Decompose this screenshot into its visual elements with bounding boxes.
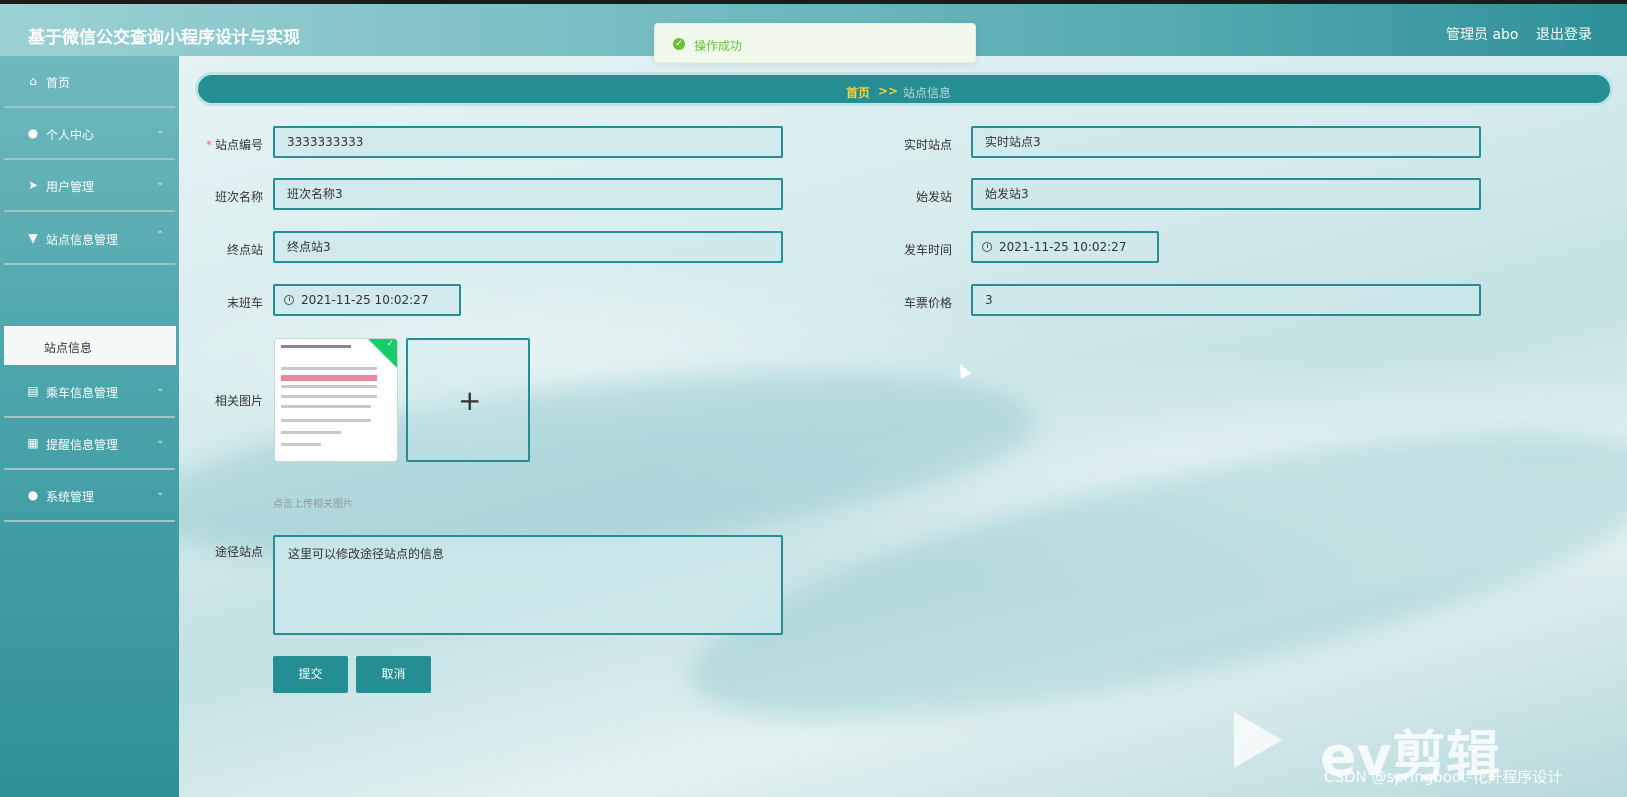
breadcrumb-home-link[interactable]: 首页 xyxy=(846,84,870,101)
check-circle-icon: ✓ xyxy=(673,38,685,50)
ticket-price-input[interactable]: 3 xyxy=(971,284,1481,316)
sidebar-item-station-management[interactable]: ▼ 站点信息管理 ⌃ xyxy=(4,213,175,265)
sidebar-item-label: 首页 xyxy=(46,76,71,90)
clock-icon xyxy=(982,242,992,252)
last-bus-label: 末班车 xyxy=(226,296,263,310)
sidebar-item-system-management[interactable]: ● 系统管理 ⌄ xyxy=(4,470,175,522)
success-toast: ✓ 操作成功 xyxy=(654,23,976,63)
sidebar-item-home[interactable]: ⌂ 首页 xyxy=(4,56,175,108)
logout-link[interactable]: 退出登录 xyxy=(1536,24,1592,44)
uploaded-image-thumbnail[interactable]: ✓ xyxy=(274,338,398,462)
user-icon: ● xyxy=(27,126,39,140)
main-content: 首页 >> 站点信息 * 站点编号 3333333333 实时站点 实时站点3 班… xyxy=(179,56,1627,797)
breadcrumb: 首页 >> 站点信息 xyxy=(195,72,1613,106)
breadcrumb-separator: >> xyxy=(878,84,899,98)
toast-message: 操作成功 xyxy=(694,39,743,53)
person-icon: ● xyxy=(27,488,39,502)
submit-button[interactable]: 提交 xyxy=(273,656,348,693)
realtime-station-label: 实时站点 xyxy=(903,138,952,152)
mouse-cursor xyxy=(954,361,972,379)
origin-station-input[interactable]: 始发站3 xyxy=(971,178,1481,210)
chevron-down-icon: ⌄ xyxy=(156,487,165,498)
sidebar-item-user-management[interactable]: ➤ 用户管理 ⌄ xyxy=(4,160,175,212)
departure-time-label: 发车时间 xyxy=(903,243,952,257)
sidebar-item-label: 提醒信息管理 xyxy=(46,438,119,452)
chevron-down-icon: ⌄ xyxy=(156,383,165,394)
bus-stop-icon: ▼ xyxy=(28,231,38,245)
last-bus-value: 2021-11-25 10:02:27 xyxy=(301,293,429,307)
ev-logo-icon xyxy=(1234,712,1282,768)
admin-label: 管理员 abo xyxy=(1446,27,1519,43)
sidebar: ⌂ 首页 ● 个人中心 ⌄ ➤ 用户管理 ⌄ ▼ 站点信息管理 ⌃ 站点信息 ▤… xyxy=(0,56,179,797)
home-icon: ⌂ xyxy=(29,74,37,88)
origin-station-label: 始发站 xyxy=(915,190,952,204)
chevron-down-icon: ⌄ xyxy=(156,435,165,446)
shift-name-input[interactable]: 班次名称3 xyxy=(273,178,783,210)
chevron-up-icon: ⌃ xyxy=(156,230,165,241)
sidebar-item-label: 乘车信息管理 xyxy=(46,386,119,400)
sidebar-item-personal-center[interactable]: ● 个人中心 ⌄ xyxy=(4,108,175,160)
terminal-station-input[interactable]: 终点站3 xyxy=(273,231,783,263)
check-icon: ✓ xyxy=(386,339,394,350)
chevron-down-icon: ⌄ xyxy=(156,125,165,136)
upload-image-button[interactable]: + xyxy=(406,338,530,462)
send-icon: ➤ xyxy=(27,178,39,192)
app-title: 基于微信公交查询小程序设计与实现 xyxy=(28,28,300,48)
grid-icon: ▦ xyxy=(27,436,39,450)
sidebar-subitem-label: 站点信息 xyxy=(44,341,93,355)
departure-time-value: 2021-11-25 10:02:27 xyxy=(999,240,1127,254)
shift-name-label: 班次名称 xyxy=(214,190,263,204)
station-no-input[interactable]: 3333333333 xyxy=(273,126,783,158)
images-label: 相关图片 xyxy=(214,394,263,408)
chevron-down-icon: ⌄ xyxy=(156,177,165,188)
document-icon: ▤ xyxy=(27,384,39,398)
station-no-label: * 站点编号 xyxy=(205,138,263,152)
last-bus-time-picker[interactable]: 2021-11-25 10:02:27 xyxy=(273,284,461,316)
route-stations-textarea[interactable]: 这里可以修改途径站点的信息 xyxy=(273,535,783,635)
cancel-button[interactable]: 取消 xyxy=(356,656,431,693)
sidebar-item-label: 站点信息管理 xyxy=(46,233,119,247)
sidebar-item-reminder-management[interactable]: ▦ 提醒信息管理 ⌄ xyxy=(4,418,175,470)
breadcrumb-current: 站点信息 xyxy=(903,86,952,100)
ticket-price-label: 车票价格 xyxy=(903,296,952,310)
upload-hint: 点击上传相关图片 xyxy=(273,499,353,510)
upload-success-badge: ✓ xyxy=(368,339,397,368)
sidebar-subitem-station-info[interactable]: 站点信息 xyxy=(4,326,176,365)
route-stations-label: 途径站点 xyxy=(214,545,263,559)
realtime-station-input[interactable]: 实时站点3 xyxy=(971,126,1481,158)
watermark-credit: CSDN @springboot-花开程序设计 xyxy=(1324,768,1563,786)
sidebar-item-ride-management[interactable]: ▤ 乘车信息管理 ⌄ xyxy=(4,366,175,418)
terminal-station-label: 终点站 xyxy=(226,243,263,257)
sidebar-item-label: 系统管理 xyxy=(46,490,95,504)
sidebar-item-label: 个人中心 xyxy=(46,128,95,142)
plus-icon: + xyxy=(458,384,482,417)
sidebar-item-label: 用户管理 xyxy=(46,180,95,194)
departure-time-picker[interactable]: 2021-11-25 10:02:27 xyxy=(971,231,1159,263)
clock-icon xyxy=(284,295,294,305)
